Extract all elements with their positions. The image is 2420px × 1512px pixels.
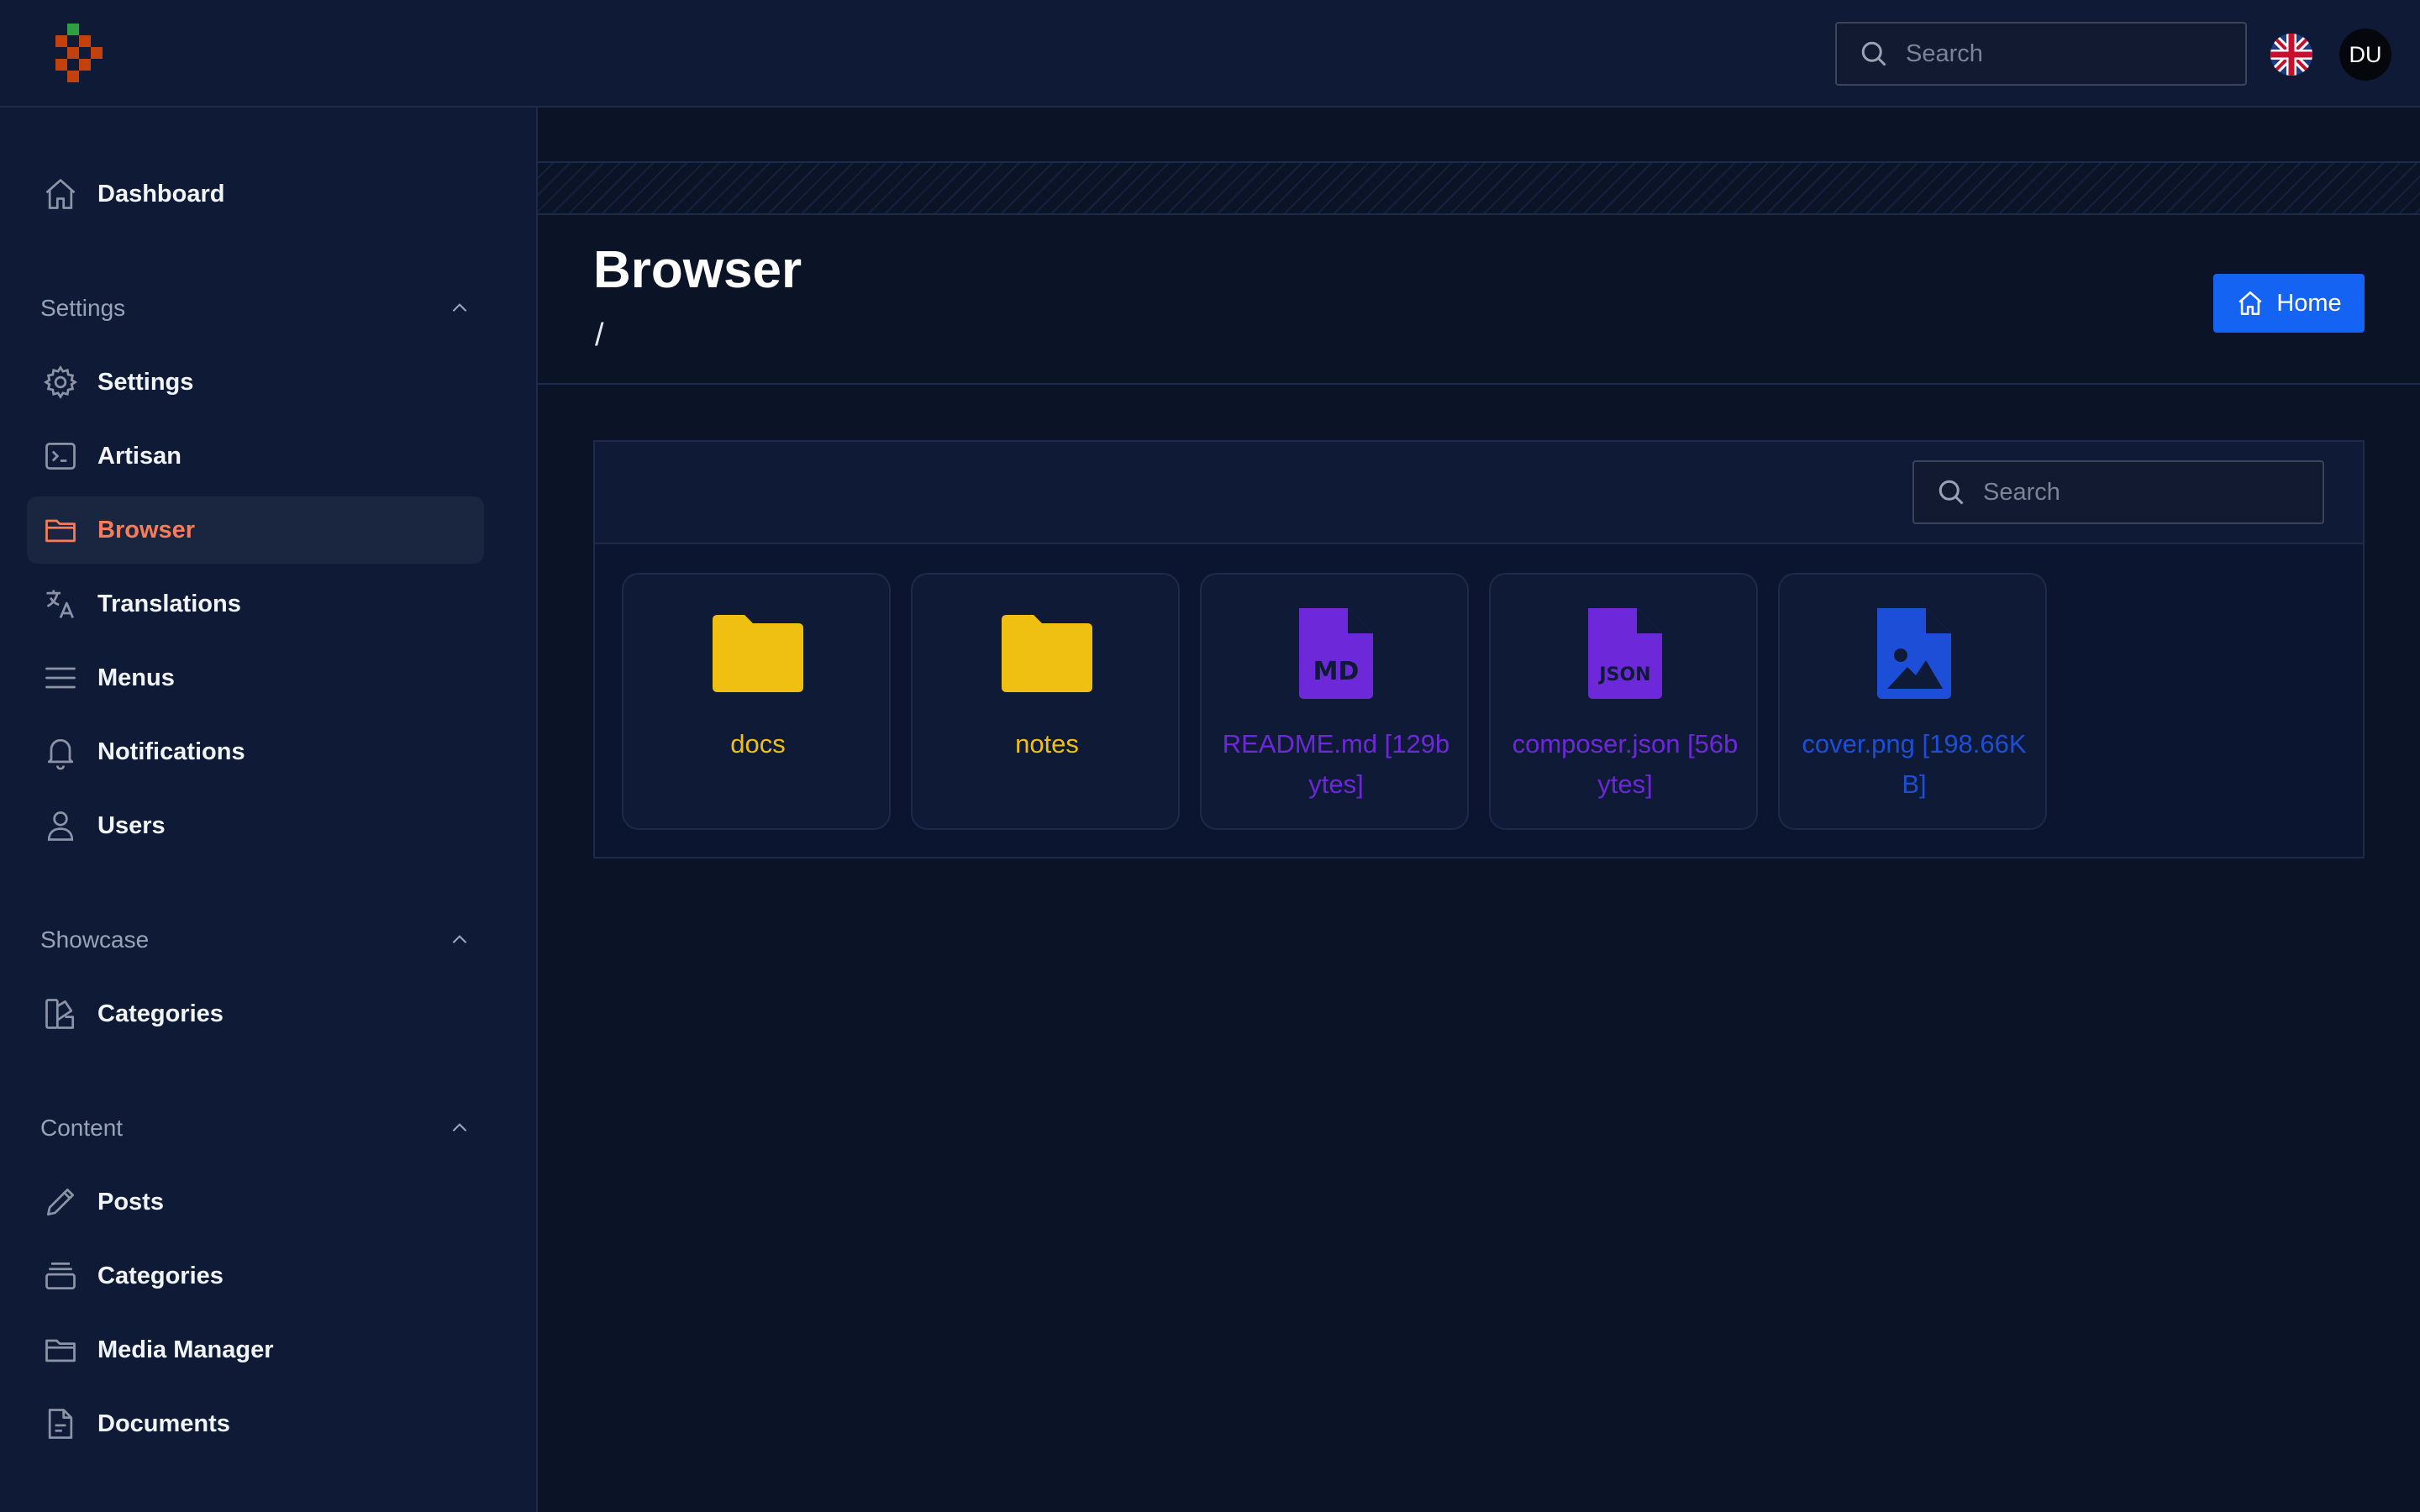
top-bar: DU bbox=[0, 0, 2420, 108]
sidebar-item-label: Notifications bbox=[97, 738, 245, 765]
sidebar-item-label: Documents bbox=[97, 1410, 230, 1437]
chevron-up-icon[interactable] bbox=[449, 297, 471, 319]
sidebar-item-label: Menus bbox=[97, 664, 175, 691]
chevron-up-icon[interactable] bbox=[449, 929, 471, 951]
markdown-file-icon: MD bbox=[1299, 608, 1373, 699]
sidebar-item-label: Translations bbox=[97, 590, 241, 617]
user-avatar[interactable]: DU bbox=[2339, 29, 2391, 81]
bell-icon bbox=[47, 738, 74, 770]
file-item-label: notes bbox=[1015, 729, 1079, 759]
home-icon bbox=[45, 179, 76, 209]
sidebar-group-showcase[interactable]: Showcase bbox=[40, 919, 471, 961]
folder-icon bbox=[45, 519, 76, 543]
sidebar-item-showcase-categories[interactable]: Categories bbox=[27, 980, 484, 1047]
json-file-icon: JSON bbox=[1588, 608, 1662, 699]
sidebar-group-label: Settings bbox=[40, 295, 126, 321]
stack-icon bbox=[45, 1262, 76, 1290]
home-button-label: Home bbox=[2276, 289, 2342, 317]
file-item-label: docs bbox=[730, 729, 786, 759]
folder-icon bbox=[713, 615, 803, 692]
sidebar-item-content-categories[interactable]: Categories bbox=[27, 1242, 484, 1310]
sidebar-item-label: Browser bbox=[97, 516, 196, 543]
global-search-input[interactable] bbox=[1906, 39, 2225, 68]
sidebar-item-media-manager[interactable]: Media Manager bbox=[27, 1316, 484, 1383]
sidebar-item-label: Dashboard bbox=[97, 180, 225, 207]
sidebar-item-label: Media Manager bbox=[97, 1336, 274, 1363]
folder-icon bbox=[1002, 615, 1092, 692]
page-title: Browser bbox=[593, 241, 802, 299]
file-badge: JSON bbox=[1597, 664, 1650, 685]
file-item-docs[interactable]: docs bbox=[622, 573, 891, 830]
sidebar-item-label: Categories bbox=[97, 1000, 224, 1027]
sidebar-item-artisan[interactable]: Artisan bbox=[27, 423, 484, 490]
uk-flag-icon[interactable] bbox=[2270, 34, 2312, 76]
file-item-label: README.md [129bytes] bbox=[1222, 729, 1450, 799]
file-item-notes[interactable]: notes bbox=[911, 573, 1180, 830]
app-logo[interactable] bbox=[55, 24, 104, 84]
home-button[interactable]: Home bbox=[2213, 274, 2365, 333]
file-item-cover-png[interactable]: cover.png [198.66KB] bbox=[1778, 573, 2047, 830]
sidebar-group-settings[interactable]: Settings bbox=[40, 287, 471, 329]
file-browser-toolbar bbox=[595, 442, 2363, 544]
file-browser-panel: docs notes MD README.md [129bytes] JSON … bbox=[593, 440, 2365, 858]
file-search[interactable] bbox=[1912, 460, 2324, 524]
image-file-icon bbox=[1877, 608, 1951, 699]
sidebar-item-menus[interactable]: Menus bbox=[27, 644, 484, 711]
sidebar-item-label: Users bbox=[97, 811, 166, 839]
pencil-icon bbox=[46, 1188, 75, 1216]
global-search[interactable] bbox=[1835, 22, 2247, 86]
sidebar-group-label: Content bbox=[40, 1115, 124, 1141]
sidebar-item-label: Settings bbox=[97, 368, 194, 396]
home-icon bbox=[2238, 291, 2262, 316]
page-header: Browser / Home bbox=[538, 215, 2420, 385]
search-icon bbox=[1939, 480, 1964, 505]
sidebar-item-label: Artisan bbox=[97, 442, 182, 470]
menu-icon bbox=[45, 667, 76, 689]
file-item-label: cover.png [198.66KB] bbox=[1802, 729, 2027, 799]
sidebar-item-posts[interactable]: Posts bbox=[27, 1168, 484, 1236]
sidebar-item-dashboard[interactable]: Dashboard bbox=[27, 160, 484, 228]
document-icon bbox=[48, 1409, 73, 1439]
sidebar-group-label: Showcase bbox=[40, 927, 150, 953]
user-icon bbox=[47, 811, 74, 841]
terminal-icon bbox=[45, 442, 76, 470]
breadcrumb[interactable]: / bbox=[595, 318, 604, 354]
file-item-composer-json[interactable]: JSON composer.json [56bytes] bbox=[1489, 573, 1758, 830]
gear-icon bbox=[43, 365, 78, 399]
decorative-stripe-bar bbox=[538, 161, 2420, 215]
sidebar-item-notifications[interactable]: Notifications bbox=[27, 718, 484, 785]
file-badge: MD bbox=[1313, 657, 1360, 686]
sidebar-item-browser[interactable]: Browser bbox=[27, 496, 484, 564]
chevron-up-icon[interactable] bbox=[449, 1117, 471, 1139]
language-icon bbox=[46, 590, 74, 619]
sidebar-group-content[interactable]: Content bbox=[40, 1107, 471, 1149]
file-item-label: composer.json [56bytes] bbox=[1512, 729, 1739, 799]
sidebar-item-label: Posts bbox=[97, 1188, 164, 1215]
sidebar-item-translations[interactable]: Translations bbox=[27, 570, 484, 638]
sidebar-item-users[interactable]: Users bbox=[27, 792, 484, 859]
file-search-input[interactable] bbox=[1983, 478, 2302, 507]
swatch-icon bbox=[45, 999, 75, 1029]
folder-icon bbox=[45, 1339, 76, 1362]
sidebar-item-documents[interactable]: Documents bbox=[27, 1390, 484, 1457]
sidebar-item-label: Categories bbox=[97, 1262, 224, 1289]
sidebar-item-settings[interactable]: Settings bbox=[27, 349, 484, 416]
file-item-readme[interactable]: MD README.md [129bytes] bbox=[1200, 573, 1469, 830]
search-icon bbox=[1861, 41, 1886, 66]
sidebar: Dashboard Settings Settings Artisan Brow… bbox=[0, 108, 538, 1512]
